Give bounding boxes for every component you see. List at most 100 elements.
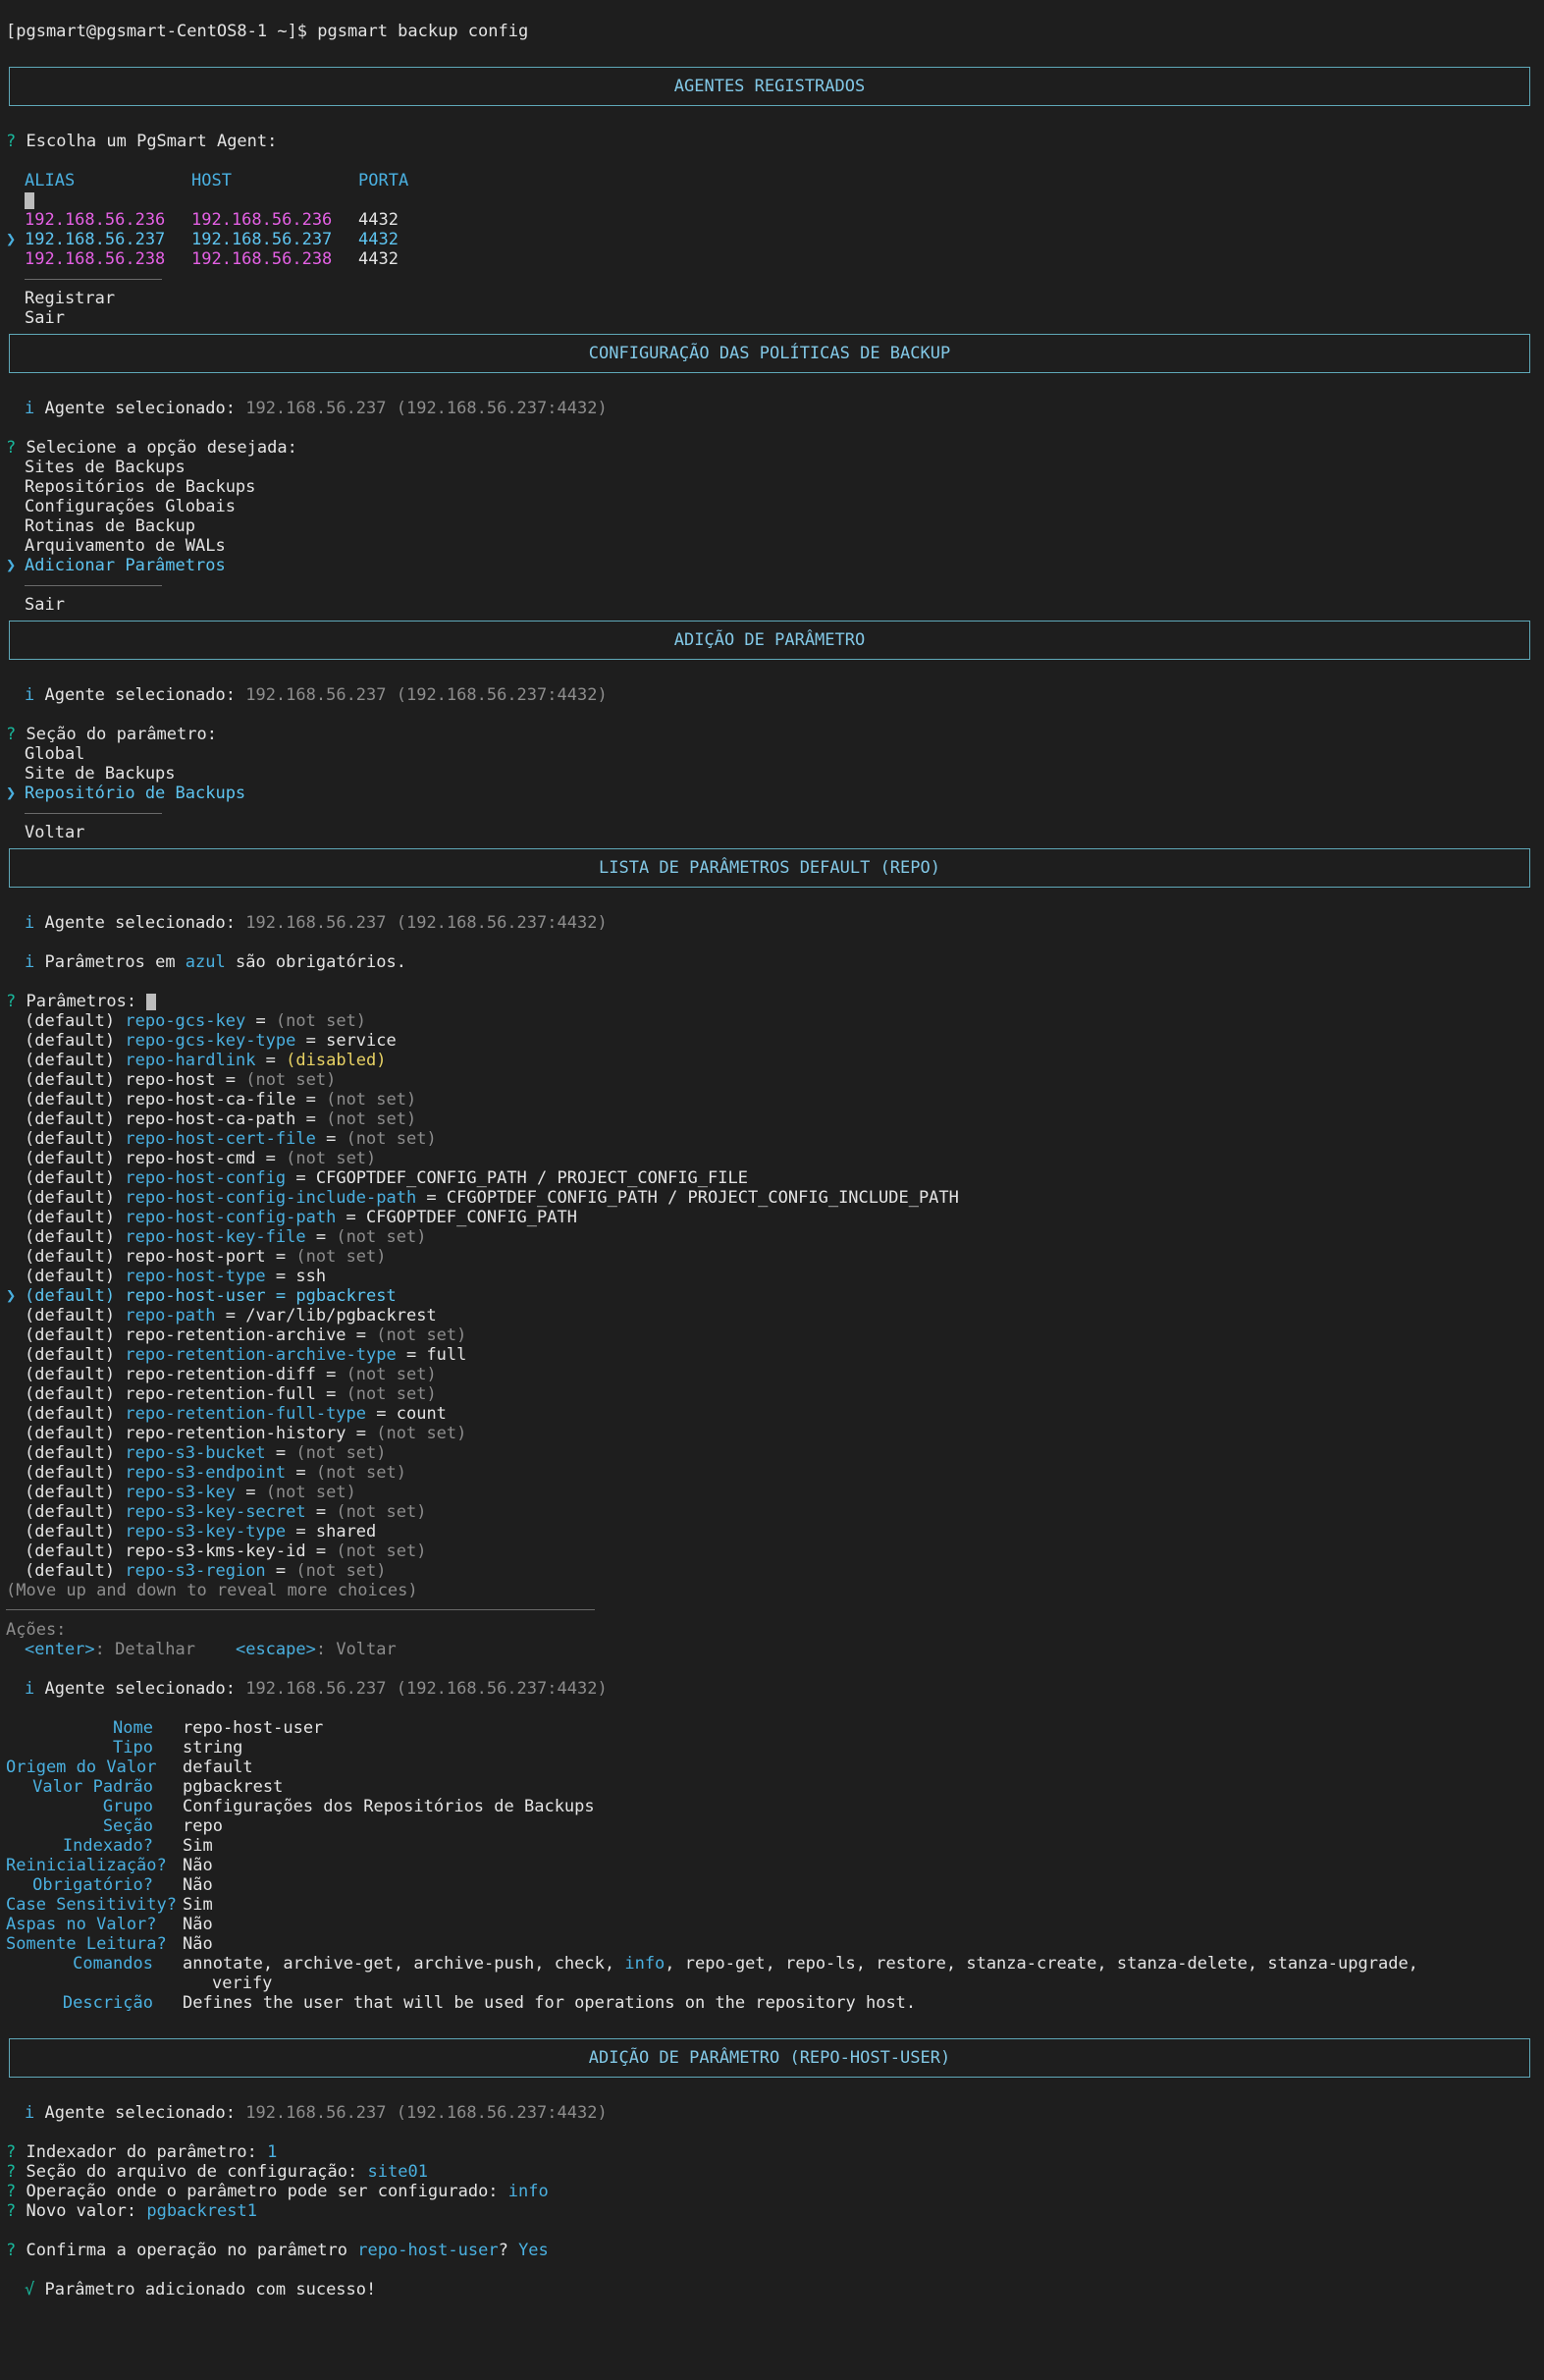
param-default-tag: (default) — [25, 1149, 116, 1168]
option-sair[interactable]: Sair — [6, 595, 1538, 615]
param-value: (not set) — [336, 1227, 427, 1247]
param-row[interactable]: (default) repo-s3-key-type = shared — [6, 1522, 1538, 1542]
param-name: repo-s3-endpoint — [125, 1463, 287, 1483]
option-adicionar-selected[interactable]: ❯ Adicionar Parâmetros — [6, 556, 1538, 575]
param-row[interactable]: (default) repo-retention-archive = (not … — [6, 1325, 1538, 1345]
question-icon: ? — [6, 2182, 17, 2201]
agent-row[interactable]: 192.168.56.236 192.168.56.236 4432 — [6, 210, 1538, 230]
question-icon: ? — [6, 438, 17, 458]
terminal-output: [pgsmart@pgsmart-CentOS8-1 ~]$ pgsmart b… — [6, 22, 1538, 2299]
detail-row: Grupo Configurações dos Repositórios de B… — [6, 1797, 1538, 1816]
section-repo-selected[interactable]: ❯ Repositório de Backups — [6, 784, 1538, 803]
param-name: repo-host-config-path — [125, 1208, 337, 1227]
param-row-selected[interactable]: ❯ (default) repo-host-user = pgbackrest — [6, 1286, 1538, 1306]
param-default-tag: (default) — [25, 1286, 116, 1306]
detail-description: Descrição Defines the user that will be u… — [62, 1993, 917, 2013]
q-secao-arquivo[interactable]: ? Seção do arquivo de configuração: site… — [6, 2162, 1538, 2182]
q-novo-valor[interactable]: ? Novo valor: pgbackrest1 — [6, 2201, 1538, 2221]
param-row[interactable]: (default) repo-s3-key-secret = (not set) — [6, 1502, 1538, 1522]
param-row[interactable]: (default) repo-s3-kms-key-id = (not set) — [6, 1542, 1538, 1561]
param-row[interactable]: (default) repo-host-config = CFGOPTDEF_C… — [6, 1168, 1538, 1188]
param-default-tag: (default) — [25, 1188, 116, 1208]
detail-row: Case Sensitivity? Sim — [6, 1895, 1538, 1915]
detail-row: Obrigatório? Não — [6, 1875, 1538, 1895]
param-row[interactable]: (default) repo-host-config-include-path … — [6, 1188, 1538, 1208]
param-row[interactable]: (default) repo-path = /var/lib/pgbackres… — [6, 1306, 1538, 1325]
menu-item-registrar[interactable]: Registrar — [6, 289, 1538, 308]
param-row[interactable]: (default) repo-host-config-path = CFGOPT… — [6, 1208, 1538, 1227]
param-value: (not set) — [286, 1149, 377, 1168]
detail-commands-cont: verify — [212, 1974, 273, 1993]
param-row[interactable]: (default) repo-host-cert-file = (not set… — [6, 1129, 1538, 1149]
detail-label: Valor Padrão — [32, 1777, 153, 1797]
param-value: /var/lib/pgbackrest — [245, 1306, 437, 1325]
question-icon: ? — [6, 2201, 17, 2221]
param-row[interactable]: (default) repo-hardlink = (disabled) — [6, 1051, 1538, 1070]
option-rotinas[interactable]: Rotinas de Backup — [6, 516, 1538, 536]
param-row[interactable]: (default) repo-host-key-file = (not set) — [6, 1227, 1538, 1247]
menu-separator — [6, 803, 1538, 823]
param-value: (not set) — [295, 1443, 387, 1463]
param-row[interactable]: (default) repo-host-ca-path = (not set) — [6, 1109, 1538, 1129]
section-site[interactable]: Site de Backups — [6, 764, 1538, 784]
param-row[interactable]: (default) repo-retention-archive-type = … — [6, 1345, 1538, 1365]
param-row[interactable]: (default) repo-gcs-key = (not set) — [6, 1011, 1538, 1031]
param-default-tag: (default) — [25, 1325, 116, 1345]
param-name: repo-retention-diff — [125, 1365, 316, 1384]
agent-row-selected[interactable]: ❯ 192.168.56.237 192.168.56.237 4432 — [6, 230, 1538, 249]
param-row[interactable]: (default) repo-retention-history = (not … — [6, 1424, 1538, 1443]
agents-table-header: ALIAS HOST PORTA — [6, 171, 1538, 190]
q-indexador[interactable]: ? Indexador do parâmetro: 1 — [6, 2142, 1538, 2162]
q-operacao[interactable]: ? Operação onde o parâmetro pode ser con… — [6, 2182, 1538, 2201]
param-name: repo-s3-key — [125, 1483, 236, 1502]
section-question: ? Seção do parâmetro: — [6, 725, 217, 744]
param-row[interactable]: (default) repo-host-ca-file = (not set) — [6, 1090, 1538, 1109]
agent-filter[interactable] — [6, 190, 1538, 210]
info-icon: i — [25, 913, 35, 933]
param-row[interactable]: (default) repo-s3-region = (not set) — [6, 1561, 1538, 1581]
confirm-question[interactable]: ? Confirma a operação no parâmetro repo-… — [6, 2241, 1538, 2260]
param-row[interactable]: (default) repo-gcs-key-type = service — [6, 1031, 1538, 1051]
info-icon: i — [25, 685, 35, 705]
param-row[interactable]: (default) repo-host-type = ssh — [6, 1267, 1538, 1286]
param-row[interactable]: (default) repo-host = (not set) — [6, 1070, 1538, 1090]
param-name: repo-path — [125, 1306, 216, 1325]
param-row[interactable]: (default) repo-s3-endpoint = (not set) — [6, 1463, 1538, 1483]
param-row[interactable]: (default) repo-retention-full = (not set… — [6, 1384, 1538, 1404]
option-config-globais[interactable]: Configurações Globais — [6, 497, 1538, 516]
question-icon: ? — [6, 992, 17, 1011]
param-value: (not set) — [346, 1129, 437, 1149]
detail-label: Grupo — [102, 1797, 153, 1816]
option-wals[interactable]: Arquivamento de WALs — [6, 536, 1538, 556]
param-value: (not set) — [326, 1090, 417, 1109]
param-value: (not set) — [326, 1109, 417, 1129]
param-value: (disabled) — [286, 1051, 387, 1070]
detail-row: Seção repo — [6, 1816, 1538, 1836]
option-sites[interactable]: Sites de Backups — [6, 458, 1538, 477]
param-value: CFGOPTDEF_CONFIG_PATH / PROJECT_CONFIG_I… — [446, 1188, 959, 1208]
detail-value: Não — [183, 1875, 213, 1895]
section-global[interactable]: Global — [6, 744, 1538, 764]
option-repositorios[interactable]: Repositórios de Backups — [6, 477, 1538, 497]
menu-item-sair[interactable]: Sair — [6, 308, 1538, 328]
param-row[interactable]: (default) repo-host-cmd = (not set) — [6, 1149, 1538, 1168]
param-name: repo-host-cmd — [125, 1149, 256, 1168]
text-cursor — [25, 191, 34, 209]
param-row[interactable]: (default) repo-s3-key = (not set) — [6, 1483, 1538, 1502]
detail-value: repo — [183, 1816, 223, 1836]
agent-row[interactable]: 192.168.56.238 192.168.56.238 4432 — [6, 249, 1538, 269]
param-default-tag: (default) — [25, 1070, 116, 1090]
info-icon: i — [25, 2103, 35, 2123]
param-list[interactable]: (default) repo-gcs-key = (not set) (defau… — [6, 1011, 1538, 1581]
section-box-adicao-param: ADIÇÃO DE PARÂMETRO (REPO-HOST-USER) — [9, 2038, 1530, 2078]
param-row[interactable]: (default) repo-s3-bucket = (not set) — [6, 1443, 1538, 1463]
param-row[interactable]: (default) repo-host-port = (not set) — [6, 1247, 1538, 1267]
param-name: repo-host-key-file — [125, 1227, 306, 1247]
section-voltar[interactable]: Voltar — [6, 823, 1538, 842]
param-row[interactable]: (default) repo-retention-full-type = cou… — [6, 1404, 1538, 1424]
question-icon: ? — [6, 725, 17, 744]
param-row[interactable]: (default) repo-retention-diff = (not set… — [6, 1365, 1538, 1384]
params-question[interactable]: ? Parâmetros: — [6, 992, 1538, 1011]
text-cursor — [146, 993, 157, 1010]
param-default-tag: (default) — [25, 1502, 116, 1522]
